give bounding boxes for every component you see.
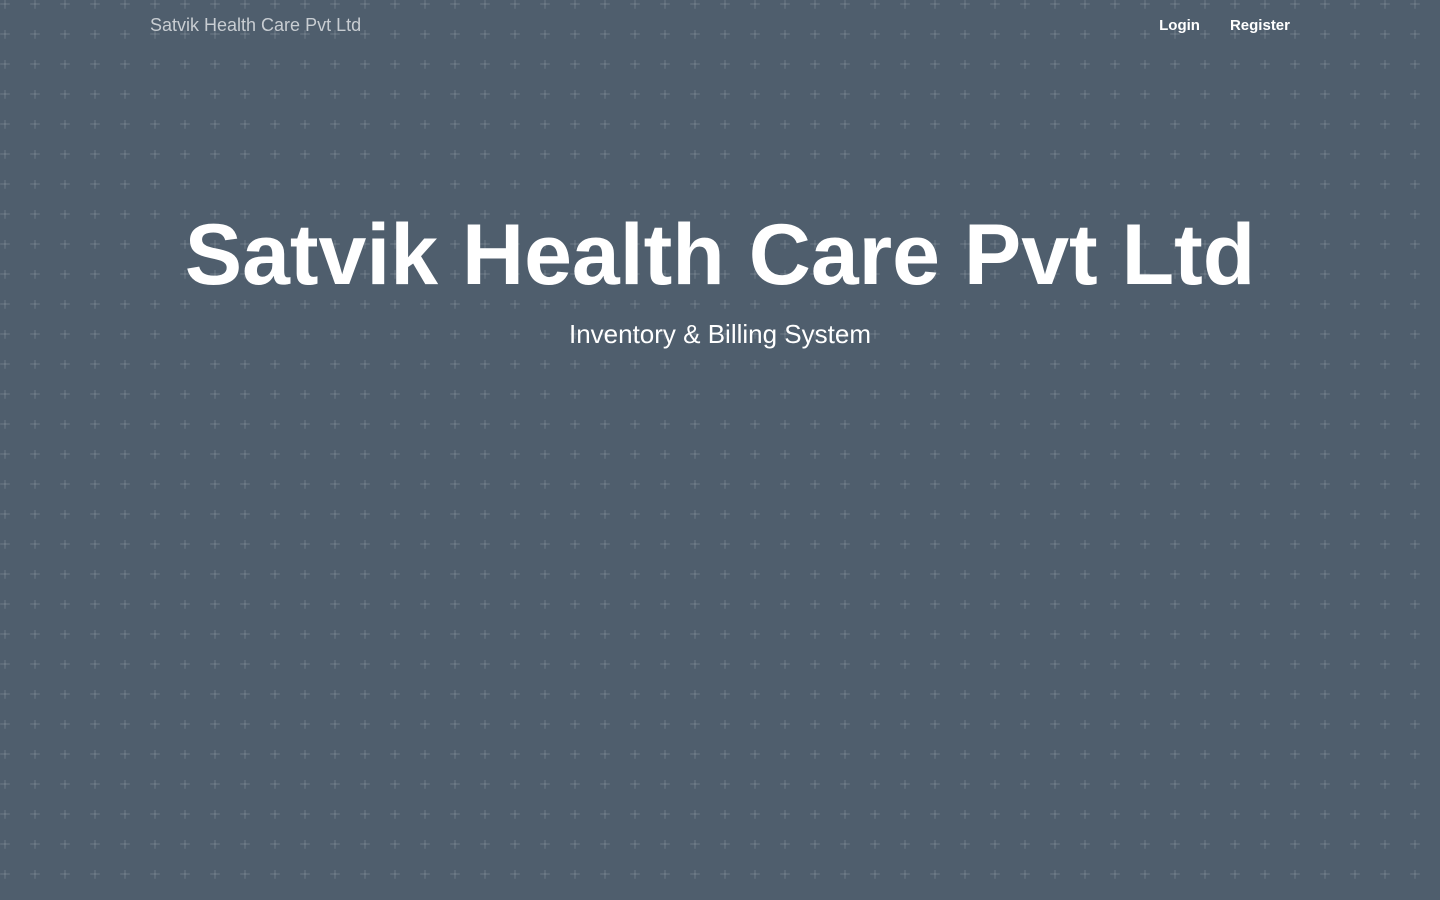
hero-section: Satvik Health Care Pvt Ltd Inventory & B… [0,205,1440,349]
brand-link[interactable]: Satvik Health Care Pvt Ltd [150,15,361,36]
navbar: Satvik Health Care Pvt Ltd Login Registe… [150,0,1290,50]
background-pattern [0,0,1440,900]
register-link[interactable]: Register [1230,17,1290,34]
nav-links: Login Register [1159,17,1290,34]
hero-title: Satvik Health Care Pvt Ltd [184,207,1256,303]
login-link[interactable]: Login [1159,17,1200,34]
hero-subtitle: Inventory & Billing System [568,319,871,349]
